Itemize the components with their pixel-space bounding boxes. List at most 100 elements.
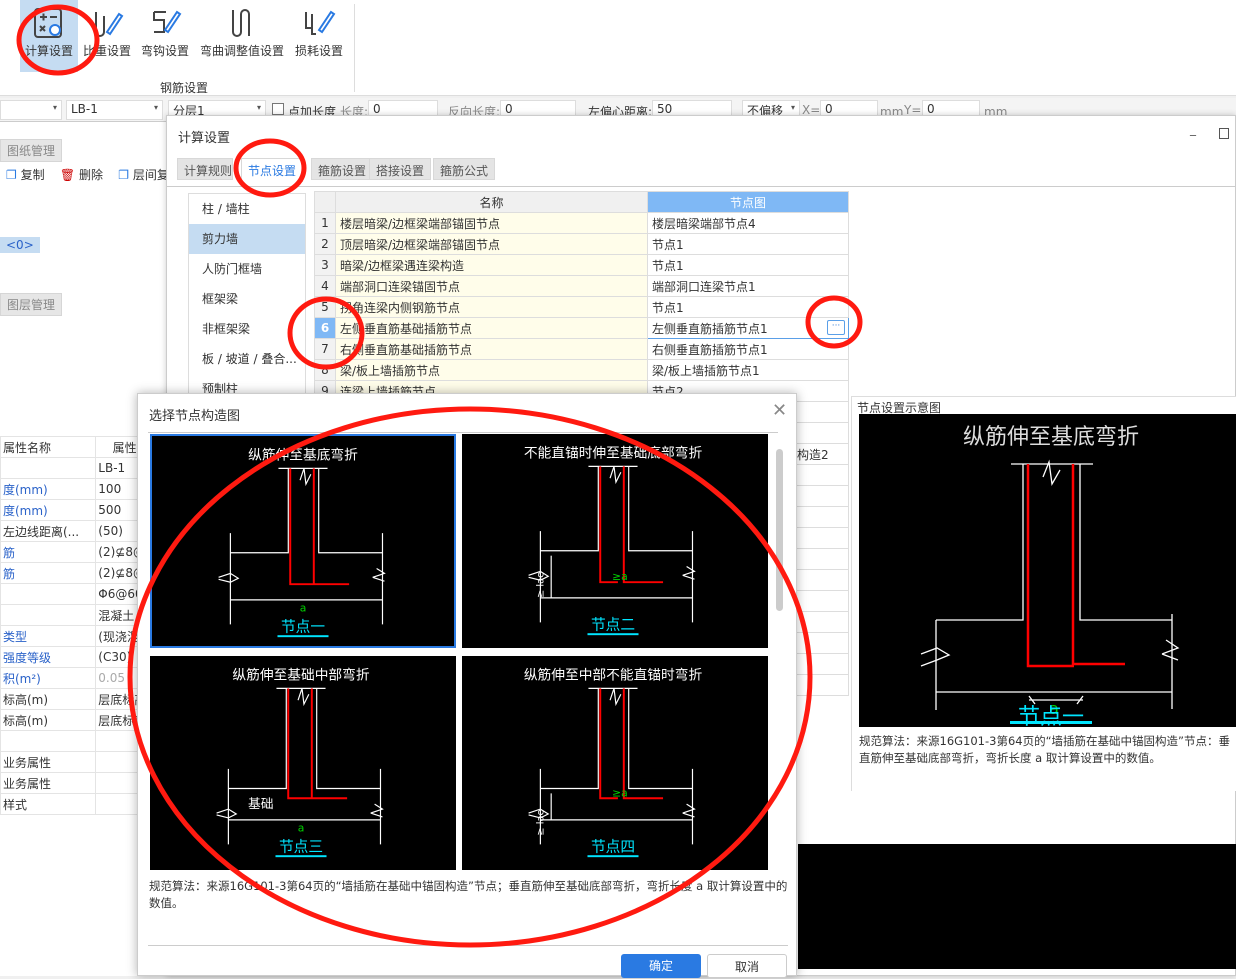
prop-name: 度(mm) xyxy=(0,499,97,521)
maximize-button[interactable] xyxy=(1219,128,1229,139)
category-item[interactable]: 剪力墙 xyxy=(189,224,305,254)
label-underline xyxy=(587,855,639,858)
category-list: 柱 / 墙柱 剪力墙 人防门框墙 框架梁 非框架梁板 / 坡道 / 叠合... 预制柱 xyxy=(188,193,306,403)
dialog-title: 计算设置 xyxy=(178,131,231,146)
node-name: 右侧垂直筋基础插筋节点 xyxy=(335,338,648,360)
tiles-scrollbar[interactable] xyxy=(776,449,783,611)
calc-settings-icon xyxy=(34,8,62,38)
dim-label: a xyxy=(300,602,307,615)
tab-lap-settings[interactable]: 搭接设置 xyxy=(369,158,432,180)
lower-preview-area xyxy=(798,844,1236,969)
calc-settings-button[interactable]: 计算设置 xyxy=(20,0,78,72)
node-name: 楼层暗梁/边框梁端部锚固节点 xyxy=(335,212,648,234)
prop-name: 积(m²) xyxy=(0,667,97,689)
component-select[interactable]: LB-1 ▾ xyxy=(66,100,163,120)
weight-settings-label: 比重设置 xyxy=(82,44,131,58)
rebar-lines xyxy=(1026,464,1125,668)
prop-name: 样式 xyxy=(0,793,97,815)
grid-row[interactable]: 2 顶层暗梁/边框梁端部锚固节点 节点1 xyxy=(314,233,849,255)
prop-name: 业务属性 xyxy=(0,751,97,773)
ok-button[interactable]: 确定 xyxy=(621,954,701,978)
ribbon: 计算设置 比重设置 弯钩设置 弯曲调整值设置 损耗设置 钢筋设置 xyxy=(0,0,1236,96)
drawing-management-tab[interactable]: 图纸管理 xyxy=(0,139,63,162)
preview-panel: 节点设置示意图 纵筋伸至基底弯折 a 节点一 规范算法：来源16G101-3第6… xyxy=(851,396,1236,791)
copy-floors-icon: ❐ xyxy=(118,168,129,182)
prop-name: 标高(m) xyxy=(0,709,97,731)
node-value[interactable]: 节点1 xyxy=(647,254,849,276)
node-value[interactable]: 梁/板上墙插筋节点1 xyxy=(647,359,849,381)
weight-settings-button[interactable]: 比重设置 xyxy=(80,0,134,72)
grid-row[interactable]: 6 左侧垂直筋基础插筋节点 左侧垂直筋插筋节点1 ··· xyxy=(314,317,849,339)
row-number: 5 xyxy=(314,296,336,318)
title-divider xyxy=(148,432,778,433)
dim-label: ≥a xyxy=(612,786,628,799)
dim-label: ≥a xyxy=(612,570,628,583)
category-item[interactable]: 板 / 坡道 / 叠合... xyxy=(189,344,305,374)
grid-row[interactable]: 1 楼层暗梁/边框梁端部锚固节点 楼层暗梁端部节点4 xyxy=(314,212,849,234)
prop-name: 强度等级 xyxy=(0,646,97,668)
row-number: 4 xyxy=(314,275,336,297)
node-header: 节点图 xyxy=(647,191,849,213)
weight-settings-icon xyxy=(95,12,124,37)
node-description: 规范算法：来源16G101-3第64页的“墙插筋在基础中锚固构造”节点；垂直筋伸… xyxy=(149,879,788,910)
calc-settings-label: 计算设置 xyxy=(24,44,73,58)
node-tile[interactable]: 不能直锚时伸至基础底部弯折 ≥a ≥ lae 节点二 xyxy=(462,434,768,648)
preview-description: 规范算法：来源16G101-3第64页的“墙插筋在基础中锚固构造”节点：垂直筋伸… xyxy=(859,734,1231,765)
tab-stirrup-formula[interactable]: 箍筋公式 xyxy=(433,158,496,180)
tab-node-settings[interactable]: 节点设置 xyxy=(241,158,304,182)
partial-cell-text: 构造2 xyxy=(797,448,829,462)
label-underline xyxy=(277,635,329,638)
tab-calc-rules[interactable]: 计算规则 xyxy=(177,158,233,180)
category-item[interactable]: 人防门框墙 xyxy=(189,254,305,284)
bend-adjust-button[interactable]: 弯曲调整值设置 xyxy=(196,0,288,72)
delete-button[interactable]: 🗑 删除 xyxy=(60,168,103,182)
delete-icon: 🗑 xyxy=(59,168,76,182)
node-name: 梁/板上墙插筋节点 xyxy=(335,359,648,381)
node-picker-dialog: 选择节点构造图 ✕ 纵筋伸至基底弯折 a 节点一 不能直锚时伸至基础底部弯折 ≥… xyxy=(137,393,797,978)
copy-button[interactable]: ❐ 复制 xyxy=(6,168,45,182)
loss-settings-icon xyxy=(305,10,336,35)
tab-stirrup-settings[interactable]: 箍筋设置 xyxy=(311,158,374,180)
minimize-button[interactable]: _ xyxy=(1190,122,1196,136)
prop-name xyxy=(0,604,97,626)
node-tile-label: 节点二 xyxy=(591,616,635,633)
node-diagram: 不能直锚时伸至基础底部弯折 ≥a ≥ lae 节点二 xyxy=(524,445,702,636)
extra-length-checkbox[interactable] xyxy=(272,103,284,115)
label-underline xyxy=(275,855,327,858)
row-number: 3 xyxy=(314,254,336,276)
node-tile[interactable]: 纵筋伸至基础中部弯折 a 基础 节点三 xyxy=(150,656,456,870)
close-button[interactable]: ✕ xyxy=(772,400,787,421)
grid-row[interactable]: 8 梁/板上墙插筋节点 梁/板上墙插筋节点1 xyxy=(314,359,849,381)
node-value[interactable]: 节点1 xyxy=(647,296,849,318)
loss-settings-button[interactable]: 损耗设置 xyxy=(292,0,346,72)
cancel-button[interactable]: 取消 xyxy=(707,954,787,978)
floor-select[interactable]: ▾ xyxy=(0,100,62,120)
node-value[interactable]: 楼层暗梁端部节点4 xyxy=(647,212,849,234)
grid-row[interactable]: 4 端部洞口连梁锚固节点 端部洞口连梁节点1 xyxy=(314,275,849,297)
grid-row[interactable]: 5 拐角连梁内侧钢筋节点 节点1 xyxy=(314,296,849,318)
layer-management-tab[interactable]: 图层管理 xyxy=(0,293,63,316)
grid-row[interactable]: 3 暗梁/边框梁遇连梁构造 节点1 xyxy=(314,254,849,276)
foundation-label: 基础 xyxy=(248,797,274,812)
more-options-button[interactable]: ··· xyxy=(827,320,845,335)
hook-settings-button[interactable]: 弯钩设置 xyxy=(138,0,192,72)
node-tile[interactable]: 纵筋伸至中部不能直锚时弯折 ≥a ≥ lae 节点四 xyxy=(462,656,768,870)
copy-between-floors-button[interactable]: ❐ 层间复 xyxy=(118,168,169,182)
node-value[interactable]: 端部洞口连梁节点1 xyxy=(647,275,849,297)
node-tile[interactable]: 纵筋伸至基底弯折 a 节点一 xyxy=(150,434,456,648)
node-value[interactable]: 右侧垂直筋插筋节点1 xyxy=(647,338,849,360)
category-item[interactable]: 柱 / 墙柱 xyxy=(189,194,305,224)
category-item[interactable]: 框架梁 xyxy=(189,284,305,314)
drawing-badge[interactable]: <0> xyxy=(0,237,40,253)
preview-diagram-title: 纵筋伸至基底弯折 xyxy=(963,425,1139,450)
node-dialog-title: 选择节点构造图 xyxy=(149,409,241,424)
category-item[interactable]: 非框架梁 xyxy=(189,314,305,344)
prop-name: 筋 xyxy=(0,541,97,563)
grid-row[interactable]: 7 右侧垂直筋基础插筋节点 右侧垂直筋插筋节点1 xyxy=(314,338,849,360)
node-value[interactable]: 左侧垂直筋插筋节点1 ··· xyxy=(647,317,849,339)
node-name: 顶层暗梁/边框梁端部锚固节点 xyxy=(335,233,648,255)
prop-name: 标高(m) xyxy=(0,688,97,710)
drawing-actions: ❐ 复制 🗑 删除 ❐ 层间复 xyxy=(6,166,169,183)
hook-settings-label: 弯钩设置 xyxy=(140,44,189,58)
node-value[interactable]: 节点1 xyxy=(647,233,849,255)
